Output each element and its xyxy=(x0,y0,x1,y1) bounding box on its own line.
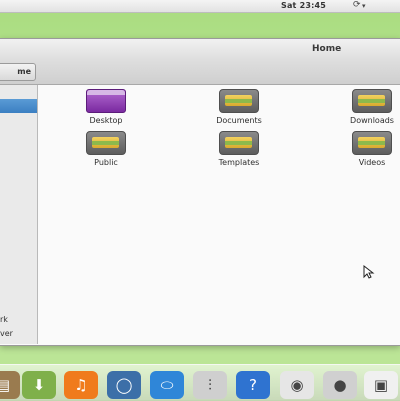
top-panel: Sat 23:45 ⟳ ▾ xyxy=(0,0,400,13)
file-label: Public xyxy=(94,158,118,167)
file-label: Downloads xyxy=(350,116,394,125)
folder-icon xyxy=(352,89,392,113)
file-label: Documents xyxy=(216,116,262,125)
file-item-public[interactable]: Public xyxy=(66,131,146,167)
sidebar: rk ver xyxy=(0,85,38,344)
dock-item-camera[interactable]: ● xyxy=(323,371,357,399)
breadcrumb-home-button[interactable]: me xyxy=(0,63,36,81)
chevron-down-icon[interactable]: ▾ xyxy=(362,2,366,10)
folder-icon xyxy=(219,89,259,113)
dock-item-browser[interactable]: ◯ xyxy=(107,371,141,399)
dock-item-music[interactable]: ♫ xyxy=(64,371,98,399)
photos-icon: ▣ xyxy=(373,376,389,394)
dock-item-disk[interactable]: ◉ xyxy=(280,371,314,399)
file-item-templates[interactable]: Templates xyxy=(199,131,279,167)
file-item-videos[interactable]: Videos xyxy=(332,131,400,167)
dock-item-settings[interactable]: ⫶ xyxy=(193,371,227,399)
file-item-documents[interactable]: Documents xyxy=(199,89,279,125)
sync-icon[interactable]: ⟳ xyxy=(353,0,361,10)
file-manager-window: Home me rk ver Desktop Documents Downloa… xyxy=(0,38,400,346)
dock-item-photos[interactable]: ▣ xyxy=(364,371,398,399)
folder-icon xyxy=(352,131,392,155)
dock: ▤ ⬇ ♫ ◯ ⬭ ⫶ ? ◉ ● ▣ xyxy=(0,364,400,401)
file-grid: Desktop Documents Downloads Public Templ… xyxy=(38,85,400,344)
dock-item-downloads[interactable]: ⬇ xyxy=(22,371,56,399)
download-icon: ⬇ xyxy=(32,376,46,394)
file-item-downloads[interactable]: Downloads xyxy=(332,89,400,125)
dock-item-files[interactable]: ▤ xyxy=(0,371,20,399)
sidebar-item-selected[interactable] xyxy=(0,99,37,113)
sidebar-item-server[interactable]: ver xyxy=(0,329,13,338)
sidebar-item-network[interactable]: rk xyxy=(0,315,8,324)
music-icon: ♫ xyxy=(74,376,88,394)
globe-icon: ◯ xyxy=(115,376,133,394)
file-label: Desktop xyxy=(89,116,123,125)
window-toolbar: me xyxy=(0,60,400,85)
file-item-desktop[interactable]: Desktop xyxy=(66,89,146,125)
camera-icon: ● xyxy=(333,376,347,394)
dock-item-toggle[interactable]: ⬭ xyxy=(150,371,184,399)
disk-icon: ◉ xyxy=(290,376,304,394)
folder-icon xyxy=(219,131,259,155)
files-icon: ▤ xyxy=(0,376,11,394)
folder-icon xyxy=(86,131,126,155)
toggle-icon: ⬭ xyxy=(160,376,174,394)
file-label: Templates xyxy=(218,158,260,167)
sliders-icon: ⫶ xyxy=(208,376,212,394)
desktop-icon xyxy=(86,89,126,113)
mouse-cursor-icon xyxy=(363,265,375,279)
clock[interactable]: Sat 23:45 xyxy=(281,1,326,10)
file-label: Videos xyxy=(358,158,386,167)
help-icon: ? xyxy=(249,376,257,394)
window-title: Home xyxy=(312,44,342,54)
dock-item-help[interactable]: ? xyxy=(236,371,270,399)
window-titlebar[interactable]: Home xyxy=(0,39,400,60)
